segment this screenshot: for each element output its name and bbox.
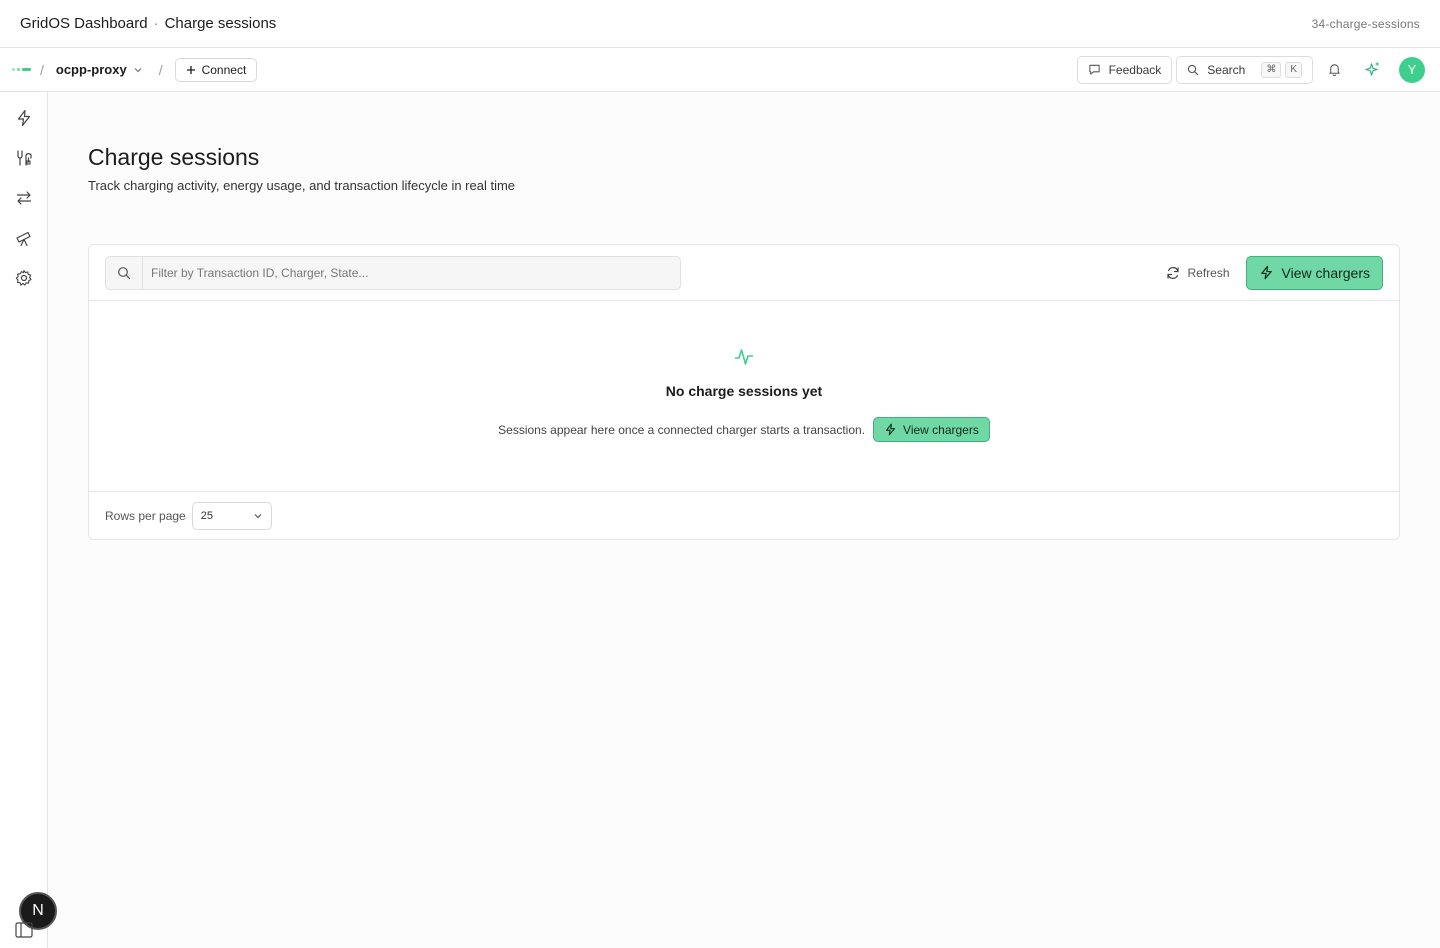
filter-input[interactable] [143, 256, 680, 289]
sidebar-item-chargers[interactable] [12, 146, 36, 170]
breadcrumb-separator: / [158, 61, 163, 78]
chevron-down-icon [254, 513, 262, 518]
rows-per-page-label: Rows per page [105, 508, 186, 523]
avatar[interactable]: Y [1399, 56, 1425, 83]
sidebar-item-transfers[interactable] [12, 186, 36, 210]
empty-state-title: No charge sessions yet [665, 383, 823, 399]
search-label: Search [1207, 62, 1246, 77]
telescope-icon [16, 231, 31, 247]
search-icon [1188, 64, 1199, 75]
main-content: Charge sessions Track charging activity,… [48, 92, 1440, 948]
rows-per-page-value: 25 [200, 509, 213, 522]
empty-state-message: Sessions appear here once a connected ch… [498, 422, 866, 437]
feedback-button[interactable]: Feedback [1076, 55, 1173, 84]
empty-view-chargers-button[interactable]: View chargers [873, 417, 990, 442]
empty-view-chargers-label: View chargers [903, 422, 979, 437]
sidebar-item-observe[interactable] [12, 226, 36, 250]
sparkle-icon [1364, 62, 1379, 76]
view-chargers-label: View chargers [1281, 264, 1370, 281]
title-separator: · [153, 15, 159, 32]
sidebar-item-charge-sessions[interactable] [12, 106, 36, 130]
page-subtitle: Track charging activity, energy usage, a… [88, 178, 516, 193]
window-slug: 34-charge-sessions [1311, 16, 1420, 31]
refresh-icon [1166, 266, 1179, 279]
transfer-icon [16, 191, 32, 205]
notifications-button[interactable] [1317, 56, 1351, 84]
window-page-name: Charge sessions [164, 15, 277, 32]
pagination-footer: Rows per page 25 [89, 492, 1399, 539]
kbd-k: K [1285, 61, 1302, 78]
sidebar-item-settings[interactable] [12, 266, 36, 290]
bolt-icon [17, 109, 31, 127]
refresh-button[interactable]: Refresh [1166, 266, 1230, 280]
sessions-card: Refresh View chargers No charge sessions… [88, 244, 1400, 540]
bolt-icon [1260, 265, 1272, 280]
plug-icon [17, 150, 32, 166]
bolt-icon [885, 423, 896, 436]
search-button[interactable]: Search ⌘ K [1176, 55, 1313, 84]
window-titlebar: GridOS Dashboard · Charge sessions 34-ch… [0, 0, 1440, 48]
window-title: GridOS Dashboard · Charge sessions [20, 15, 276, 32]
project-name: ocpp-proxy [55, 62, 127, 77]
sidebar [0, 92, 48, 948]
breadcrumb-separator: / [40, 61, 44, 78]
activity-icon [734, 349, 754, 365]
assistant-button[interactable] [1355, 56, 1389, 84]
page-title: Charge sessions [88, 144, 260, 170]
project-selector[interactable]: ocpp-proxy [56, 62, 143, 77]
app-name: GridOS Dashboard [20, 15, 148, 32]
search-shortcut: ⌘ K [1261, 61, 1302, 78]
bell-icon [1328, 64, 1340, 77]
logo-icon[interactable] [12, 65, 32, 75]
top-navigation: / ocpp-proxy / Connect Feedback Search ⌘… [0, 48, 1440, 92]
gear-icon [15, 269, 32, 286]
plus-icon [186, 65, 195, 74]
sidebar-toggle-icon[interactable] [14, 920, 34, 940]
chevron-down-icon [134, 67, 142, 72]
empty-state: No charge sessions yet Sessions appear h… [89, 301, 1399, 492]
feedback-label: Feedback [1108, 62, 1162, 77]
search-icon [106, 256, 143, 289]
kbd-cmd: ⌘ [1261, 61, 1282, 78]
connect-button[interactable]: Connect [174, 57, 258, 82]
connect-label: Connect [201, 62, 247, 77]
view-chargers-button[interactable]: View chargers [1245, 255, 1383, 290]
message-icon [1088, 64, 1100, 75]
rows-per-page-select[interactable]: 25 [191, 501, 272, 530]
filter-search [105, 255, 681, 290]
sessions-toolbar: Refresh View chargers [89, 245, 1399, 301]
empty-state-row: Sessions appear here once a connected ch… [89, 417, 1399, 442]
refresh-label: Refresh [1187, 265, 1230, 280]
